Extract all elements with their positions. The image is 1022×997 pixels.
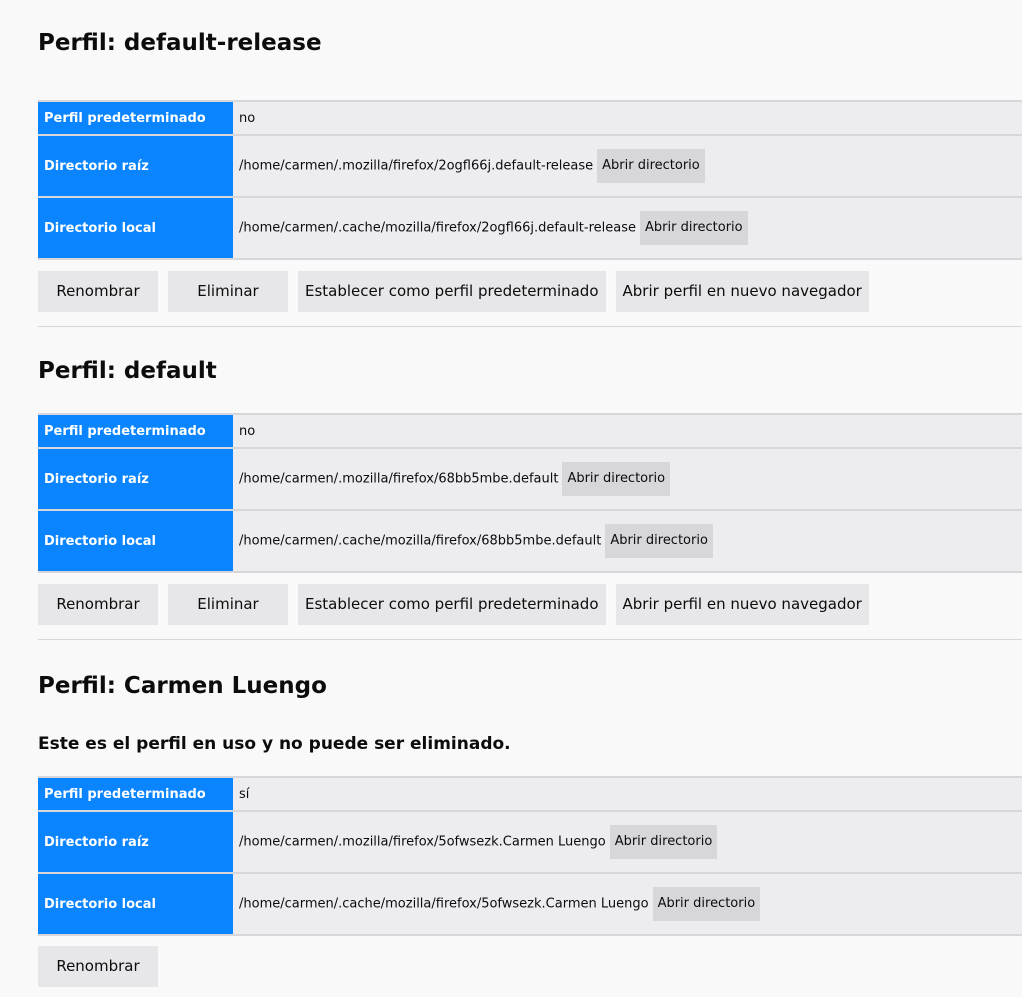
local-dir-label: Directorio local <box>38 874 233 934</box>
profile-title: Perfil: default <box>38 358 217 384</box>
local-dir-path: /home/carmen/.cache/mozilla/firefox/5ofw… <box>239 896 649 912</box>
remove-button[interactable]: Eliminar <box>168 584 288 625</box>
open-local-dir-button[interactable]: Abrir directorio <box>605 524 713 558</box>
profile-actions: Renombrar <box>38 946 158 987</box>
rename-button[interactable]: Renombrar <box>38 271 158 312</box>
divider <box>38 639 1022 640</box>
profile-info-table: Perfil predeterminado no Directorio raíz… <box>38 413 1022 573</box>
open-root-dir-button[interactable]: Abrir directorio <box>597 149 705 183</box>
root-dir-cell: /home/carmen/.mozilla/firefox/68bb5mbe.d… <box>233 449 1022 509</box>
local-dir-path: /home/carmen/.cache/mozilla/firefox/2ogf… <box>239 220 636 236</box>
launch-profile-button[interactable]: Abrir perfil en nuevo navegador <box>615 271 869 312</box>
divider <box>38 326 1022 327</box>
local-dir-label: Directorio local <box>38 511 233 571</box>
root-dir-path: /home/carmen/.mozilla/firefox/5ofwsezk.C… <box>239 834 606 850</box>
open-local-dir-button[interactable]: Abrir directorio <box>640 211 748 245</box>
profile-title: Perfil: Carmen Luengo <box>38 673 327 699</box>
open-local-dir-button[interactable]: Abrir directorio <box>652 887 761 921</box>
default-profile-label: Perfil predeterminado <box>38 778 233 810</box>
root-dir-label: Directorio raíz <box>38 812 233 872</box>
default-profile-value: no <box>233 415 1022 447</box>
root-dir-cell: /home/carmen/.mozilla/firefox/5ofwsezk.C… <box>233 812 1022 872</box>
root-dir-path: /home/carmen/.mozilla/firefox/2ogfl66j.d… <box>239 158 594 174</box>
launch-profile-button[interactable]: Abrir perfil en nuevo navegador <box>615 584 869 625</box>
root-dir-label: Directorio raíz <box>38 449 233 509</box>
root-dir-cell: /home/carmen/.mozilla/firefox/2ogfl66j.d… <box>233 136 1022 196</box>
remove-button[interactable]: Eliminar <box>168 271 288 312</box>
profile-actions: Renombrar Eliminar Establecer como perfi… <box>38 271 869 312</box>
root-dir-label: Directorio raíz <box>38 136 233 196</box>
default-profile-value: no <box>233 102 1022 134</box>
profile-title: Perfil: default-release <box>38 30 322 56</box>
rename-button[interactable]: Renombrar <box>38 946 158 987</box>
default-profile-label: Perfil predeterminado <box>38 102 233 134</box>
default-profile-value: sí <box>233 778 1022 810</box>
local-dir-path: /home/carmen/.cache/mozilla/firefox/68bb… <box>239 533 602 549</box>
local-dir-cell: /home/carmen/.cache/mozilla/firefox/5ofw… <box>233 874 1022 934</box>
root-dir-path: /home/carmen/.mozilla/firefox/68bb5mbe.d… <box>239 471 559 487</box>
profile-actions: Renombrar Eliminar Establecer como perfi… <box>38 584 869 625</box>
set-default-button[interactable]: Establecer como perfil predeterminado <box>298 584 606 625</box>
local-dir-cell: /home/carmen/.cache/mozilla/firefox/2ogf… <box>233 198 1022 258</box>
set-default-button[interactable]: Establecer como perfil predeterminado <box>298 271 606 312</box>
open-root-dir-button[interactable]: Abrir directorio <box>562 462 671 496</box>
rename-button[interactable]: Renombrar <box>38 584 158 625</box>
default-profile-label: Perfil predeterminado <box>38 415 233 447</box>
local-dir-cell: /home/carmen/.cache/mozilla/firefox/68bb… <box>233 511 1022 571</box>
local-dir-label: Directorio local <box>38 198 233 258</box>
about-profiles-page: Perfil: default-release Perfil predeterm… <box>0 0 1022 997</box>
in-use-note: Este es el perfil en uso y no puede ser … <box>38 734 511 754</box>
profile-info-table: Perfil predeterminado sí Directorio raíz… <box>38 776 1022 936</box>
open-root-dir-button[interactable]: Abrir directorio <box>609 825 718 859</box>
profile-info-table: Perfil predeterminado no Directorio raíz… <box>38 100 1022 260</box>
